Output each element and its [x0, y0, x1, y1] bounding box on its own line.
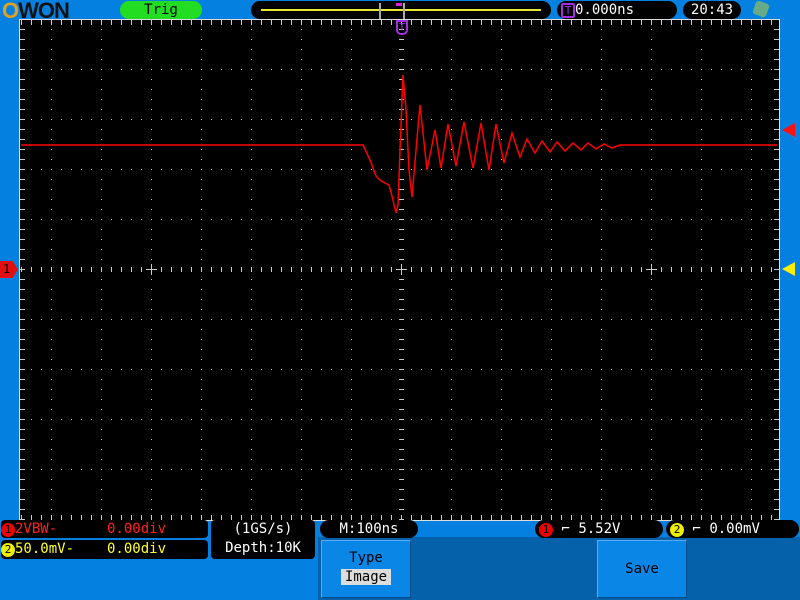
- trigger-status-badge: Trig: [120, 1, 202, 19]
- ch2-status[interactable]: 2 50.0mV- 0.00div: [1, 540, 208, 559]
- clock: 20:43: [683, 1, 741, 19]
- ch1-icon: 1: [1, 523, 15, 537]
- ch1-scale: 2V: [15, 521, 32, 537]
- trigger-level-value: 0.00mV: [709, 521, 760, 537]
- ch2-icon: 2: [1, 543, 15, 557]
- ch2-offset: 0.00div: [107, 541, 167, 557]
- trigger-time-display: T 0.000ns: [557, 1, 677, 19]
- trigger-icon: T: [561, 2, 575, 18]
- usb-device-icon: [752, 0, 770, 18]
- ch2-bw: -: [65, 541, 75, 557]
- trigger-time: 0.000ns: [575, 2, 635, 18]
- memory-position-bar[interactable]: [251, 1, 551, 19]
- ch1-bw: BW-: [31, 521, 58, 537]
- ch2-trigger-level[interactable]: 2 ⌐ 0.00mV: [666, 520, 799, 538]
- timebase[interactable]: M:100ns: [320, 520, 418, 538]
- waveform-plot: [20, 20, 779, 520]
- ch1-trace: [21, 74, 777, 214]
- ch1-status[interactable]: 1 2VBW- 0.00div: [1, 520, 208, 538]
- ch1-offset: 0.00div: [107, 521, 167, 537]
- type-value: Image: [341, 569, 391, 585]
- trigger-position-marker: [396, 3, 402, 6]
- ch1-trigger-level-marker[interactable]: [782, 123, 795, 137]
- rising-edge-icon: ⌐: [561, 521, 570, 537]
- acquisition-info: (1GS/s) Depth:10K: [211, 520, 315, 559]
- ch2-scale: 50.0mV: [15, 541, 66, 557]
- record-depth: Depth:10K: [225, 540, 301, 556]
- ch2-trigger-level-marker[interactable]: [782, 262, 795, 276]
- graticule: [20, 20, 779, 520]
- trigger-position-icon: T: [396, 20, 408, 35]
- sample-rate: (1GS/s): [233, 521, 293, 537]
- type-softkey[interactable]: Type Image: [321, 540, 411, 598]
- ch2-icon: 2: [670, 523, 684, 537]
- rising-edge-icon: ⌐: [692, 521, 701, 537]
- ch1-trigger-level[interactable]: 1 ⌐ 5.52V: [535, 520, 663, 538]
- save-button[interactable]: Save: [597, 540, 687, 598]
- ch1-icon: 1: [539, 523, 553, 537]
- waveform-display[interactable]: [19, 19, 780, 521]
- ch1-ground-marker[interactable]: 1: [0, 261, 18, 278]
- trigger-level-value: 5.52V: [578, 521, 621, 537]
- type-label: Type: [349, 550, 383, 566]
